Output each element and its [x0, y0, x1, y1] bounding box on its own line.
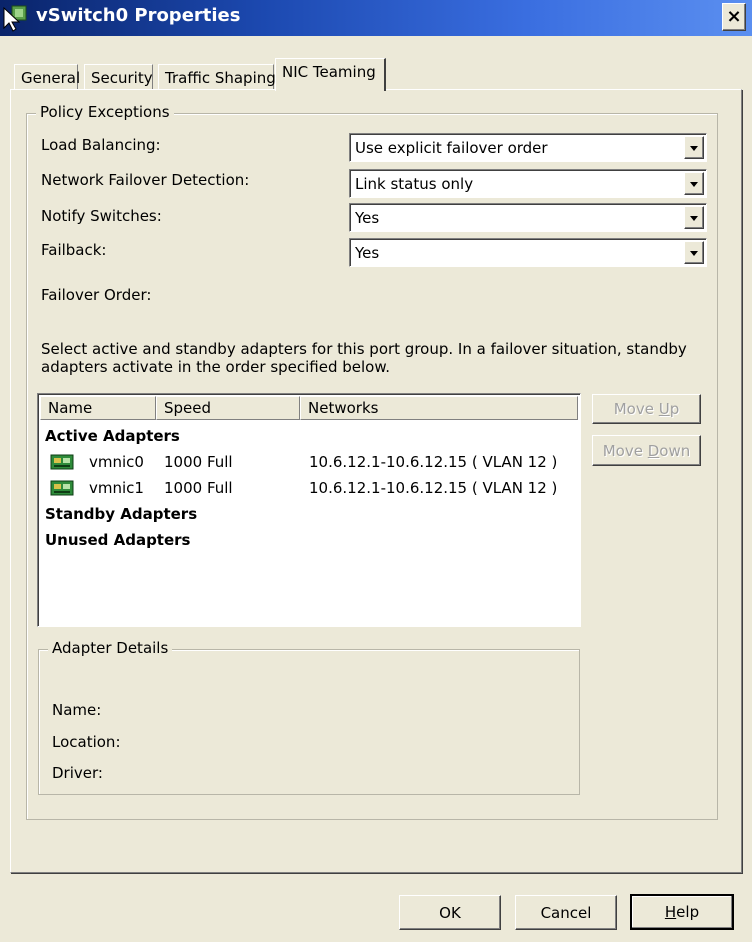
load-balancing-select[interactable]: Use explicit failover order	[349, 133, 707, 162]
adapter-speed: 1000 Full	[164, 479, 233, 497]
tab-security-label: Security	[91, 68, 153, 87]
vswitch-app-icon	[3, 5, 27, 32]
network-adapter-icon	[50, 480, 74, 496]
adapter-list[interactable]: Name Speed Networks Active Adapters vmni…	[37, 393, 581, 627]
tab-traffic-shaping-label: Traffic Shaping	[165, 68, 276, 87]
failover-order-label: Failover Order:	[41, 286, 152, 304]
active-adapters-label: Active Adapters	[45, 427, 180, 445]
failback-select[interactable]: Yes	[349, 238, 707, 267]
ok-button[interactable]: OK	[399, 895, 501, 930]
column-header-networks[interactable]: Networks	[300, 396, 578, 420]
details-location-label: Location:	[52, 733, 121, 751]
failover-detection-select[interactable]: Link status only	[349, 169, 707, 198]
title-bar[interactable]: vSwitch0 Properties ×	[0, 0, 752, 36]
details-driver-label: Driver:	[52, 764, 103, 782]
tab-nic-teaming[interactable]: NIC Teaming	[275, 58, 386, 91]
adapter-networks: 10.6.12.1-10.6.12.15 ( VLAN 12 )	[309, 479, 558, 497]
standby-adapters-label: Standby Adapters	[45, 505, 198, 523]
cancel-button-label: Cancel	[540, 903, 592, 922]
adapter-row-vmnic1[interactable]: vmnic1 1000 Full 10.6.12.1-10.6.12.15 ( …	[38, 476, 578, 502]
failover-detection-value: Link status only	[355, 175, 474, 193]
move-down-button[interactable]: Move Down	[592, 435, 701, 466]
chevron-down-icon	[690, 146, 698, 151]
help-button[interactable]: Help	[630, 894, 734, 930]
load-balancing-dropdown-button[interactable]	[684, 136, 704, 159]
column-header-speed-label: Speed	[164, 399, 212, 417]
move-down-accelerator: D	[647, 441, 660, 460]
policy-exceptions-legend: Policy Exceptions	[36, 103, 174, 121]
column-header-name[interactable]: Name	[40, 396, 156, 420]
adapter-details-group	[38, 649, 580, 795]
tab-general-label: General	[21, 68, 81, 87]
move-up-suffix: p	[669, 400, 680, 418]
adapter-row-vmnic0[interactable]: vmnic0 1000 Full 10.6.12.1-10.6.12.15 ( …	[38, 450, 578, 476]
adapter-speed: 1000 Full	[164, 453, 233, 471]
column-header-speed[interactable]: Speed	[156, 396, 300, 420]
notify-switches-select[interactable]: Yes	[349, 203, 707, 232]
help-accelerator: H	[664, 903, 677, 921]
column-header-networks-label: Networks	[308, 399, 379, 417]
failover-detection-label: Network Failover Detection:	[41, 171, 250, 189]
tab-nic-teaming-label: NIC Teaming	[282, 63, 376, 81]
adapter-name: vmnic1	[89, 479, 144, 497]
move-down-suffix: own	[659, 441, 691, 460]
move-up-button[interactable]: Move Up	[592, 394, 701, 424]
adapter-details-legend: Adapter Details	[48, 639, 173, 657]
load-balancing-value: Use explicit failover order	[355, 139, 548, 157]
close-icon: ×	[726, 6, 742, 27]
move-up-prefix: Move	[613, 400, 659, 418]
adapter-networks: 10.6.12.1-10.6.12.15 ( VLAN 12 )	[309, 453, 558, 471]
notify-switches-dropdown-button[interactable]	[684, 206, 704, 229]
chevron-down-icon	[690, 216, 698, 221]
failback-dropdown-button[interactable]	[684, 241, 704, 264]
cancel-button[interactable]: Cancel	[515, 895, 617, 930]
unused-adapters-label: Unused Adapters	[45, 531, 191, 549]
instructions-text-line1: Select active and standby adapters for t…	[41, 340, 687, 358]
notify-switches-value: Yes	[355, 209, 380, 227]
tab-general[interactable]: General	[14, 64, 81, 90]
network-adapter-icon	[50, 454, 74, 470]
load-balancing-label: Load Balancing:	[41, 136, 161, 154]
move-up-accelerator: U	[658, 400, 670, 418]
details-name-label: Name:	[52, 701, 102, 719]
failback-label: Failback:	[41, 241, 107, 259]
failback-value: Yes	[355, 244, 380, 262]
failover-detection-dropdown-button[interactable]	[684, 172, 704, 195]
help-button-label: elp	[676, 903, 700, 921]
tab-security[interactable]: Security	[84, 64, 153, 90]
close-button[interactable]: ×	[722, 3, 746, 31]
adapter-name: vmnic0	[89, 453, 144, 471]
column-header-name-label: Name	[48, 399, 93, 417]
chevron-down-icon	[690, 251, 698, 256]
move-down-prefix: Move	[602, 441, 648, 460]
chevron-down-icon	[690, 182, 698, 187]
window-title: vSwitch0 Properties	[36, 5, 241, 26]
tab-traffic-shaping[interactable]: Traffic Shaping	[158, 64, 276, 90]
instructions-text-line2: adapters activate in the order specified…	[41, 358, 391, 376]
notify-switches-label: Notify Switches:	[41, 207, 162, 225]
ok-button-label: OK	[439, 903, 461, 922]
